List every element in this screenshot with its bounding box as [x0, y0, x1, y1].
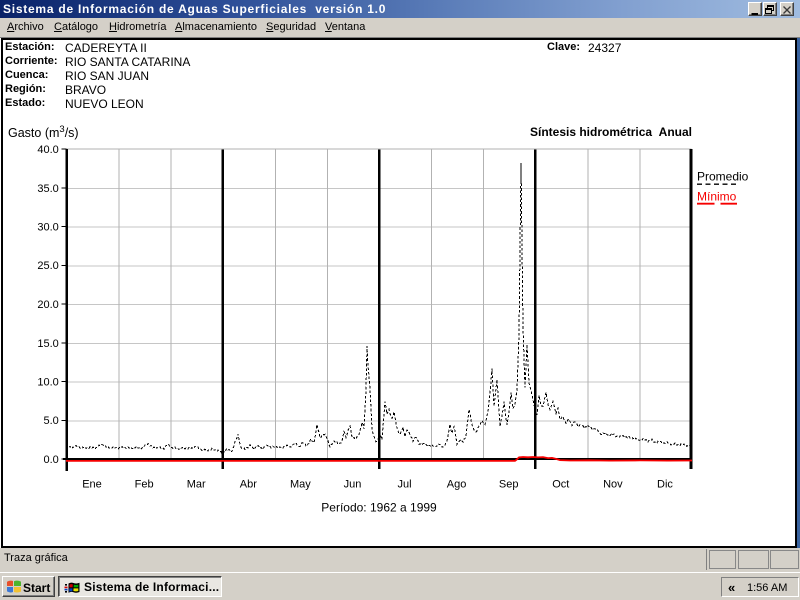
svg-text:15.0: 15.0 [37, 338, 58, 350]
svg-text:Jul: Jul [397, 479, 411, 491]
svg-text:Mínimo: Mínimo [697, 190, 737, 204]
svg-text:Mar: Mar [187, 479, 206, 491]
svg-text:0.0: 0.0 [44, 454, 59, 466]
svg-text:Promedio: Promedio [697, 170, 749, 184]
svg-text:10.0: 10.0 [37, 377, 58, 389]
svg-text:Período: 1962 a 1999: Período: 1962 a 1999 [321, 501, 437, 515]
svg-text:Dic: Dic [657, 479, 673, 491]
svg-text:35.0: 35.0 [37, 183, 58, 195]
svg-text:May: May [290, 479, 311, 491]
svg-text:Sep: Sep [499, 479, 519, 491]
svg-text:Anual: Anual [659, 125, 692, 139]
svg-text:Ago: Ago [447, 479, 467, 491]
svg-text:30.0: 30.0 [37, 222, 58, 234]
svg-text:20.0: 20.0 [37, 299, 58, 311]
svg-text:40.0: 40.0 [37, 144, 58, 156]
svg-text:5.0: 5.0 [44, 415, 59, 427]
svg-text:Nov: Nov [603, 479, 623, 491]
svg-text:Abr: Abr [240, 479, 257, 491]
svg-text:Jun: Jun [344, 479, 362, 491]
svg-text:25.0: 25.0 [37, 260, 58, 272]
svg-text:Feb: Feb [135, 479, 154, 491]
svg-text:Gasto (m3/s): Gasto (m3/s) [8, 124, 79, 140]
svg-text:Síntesis hidrométrica: Síntesis hidrométrica [530, 125, 652, 139]
svg-text:Ene: Ene [82, 479, 102, 491]
svg-text:Oct: Oct [552, 479, 569, 491]
